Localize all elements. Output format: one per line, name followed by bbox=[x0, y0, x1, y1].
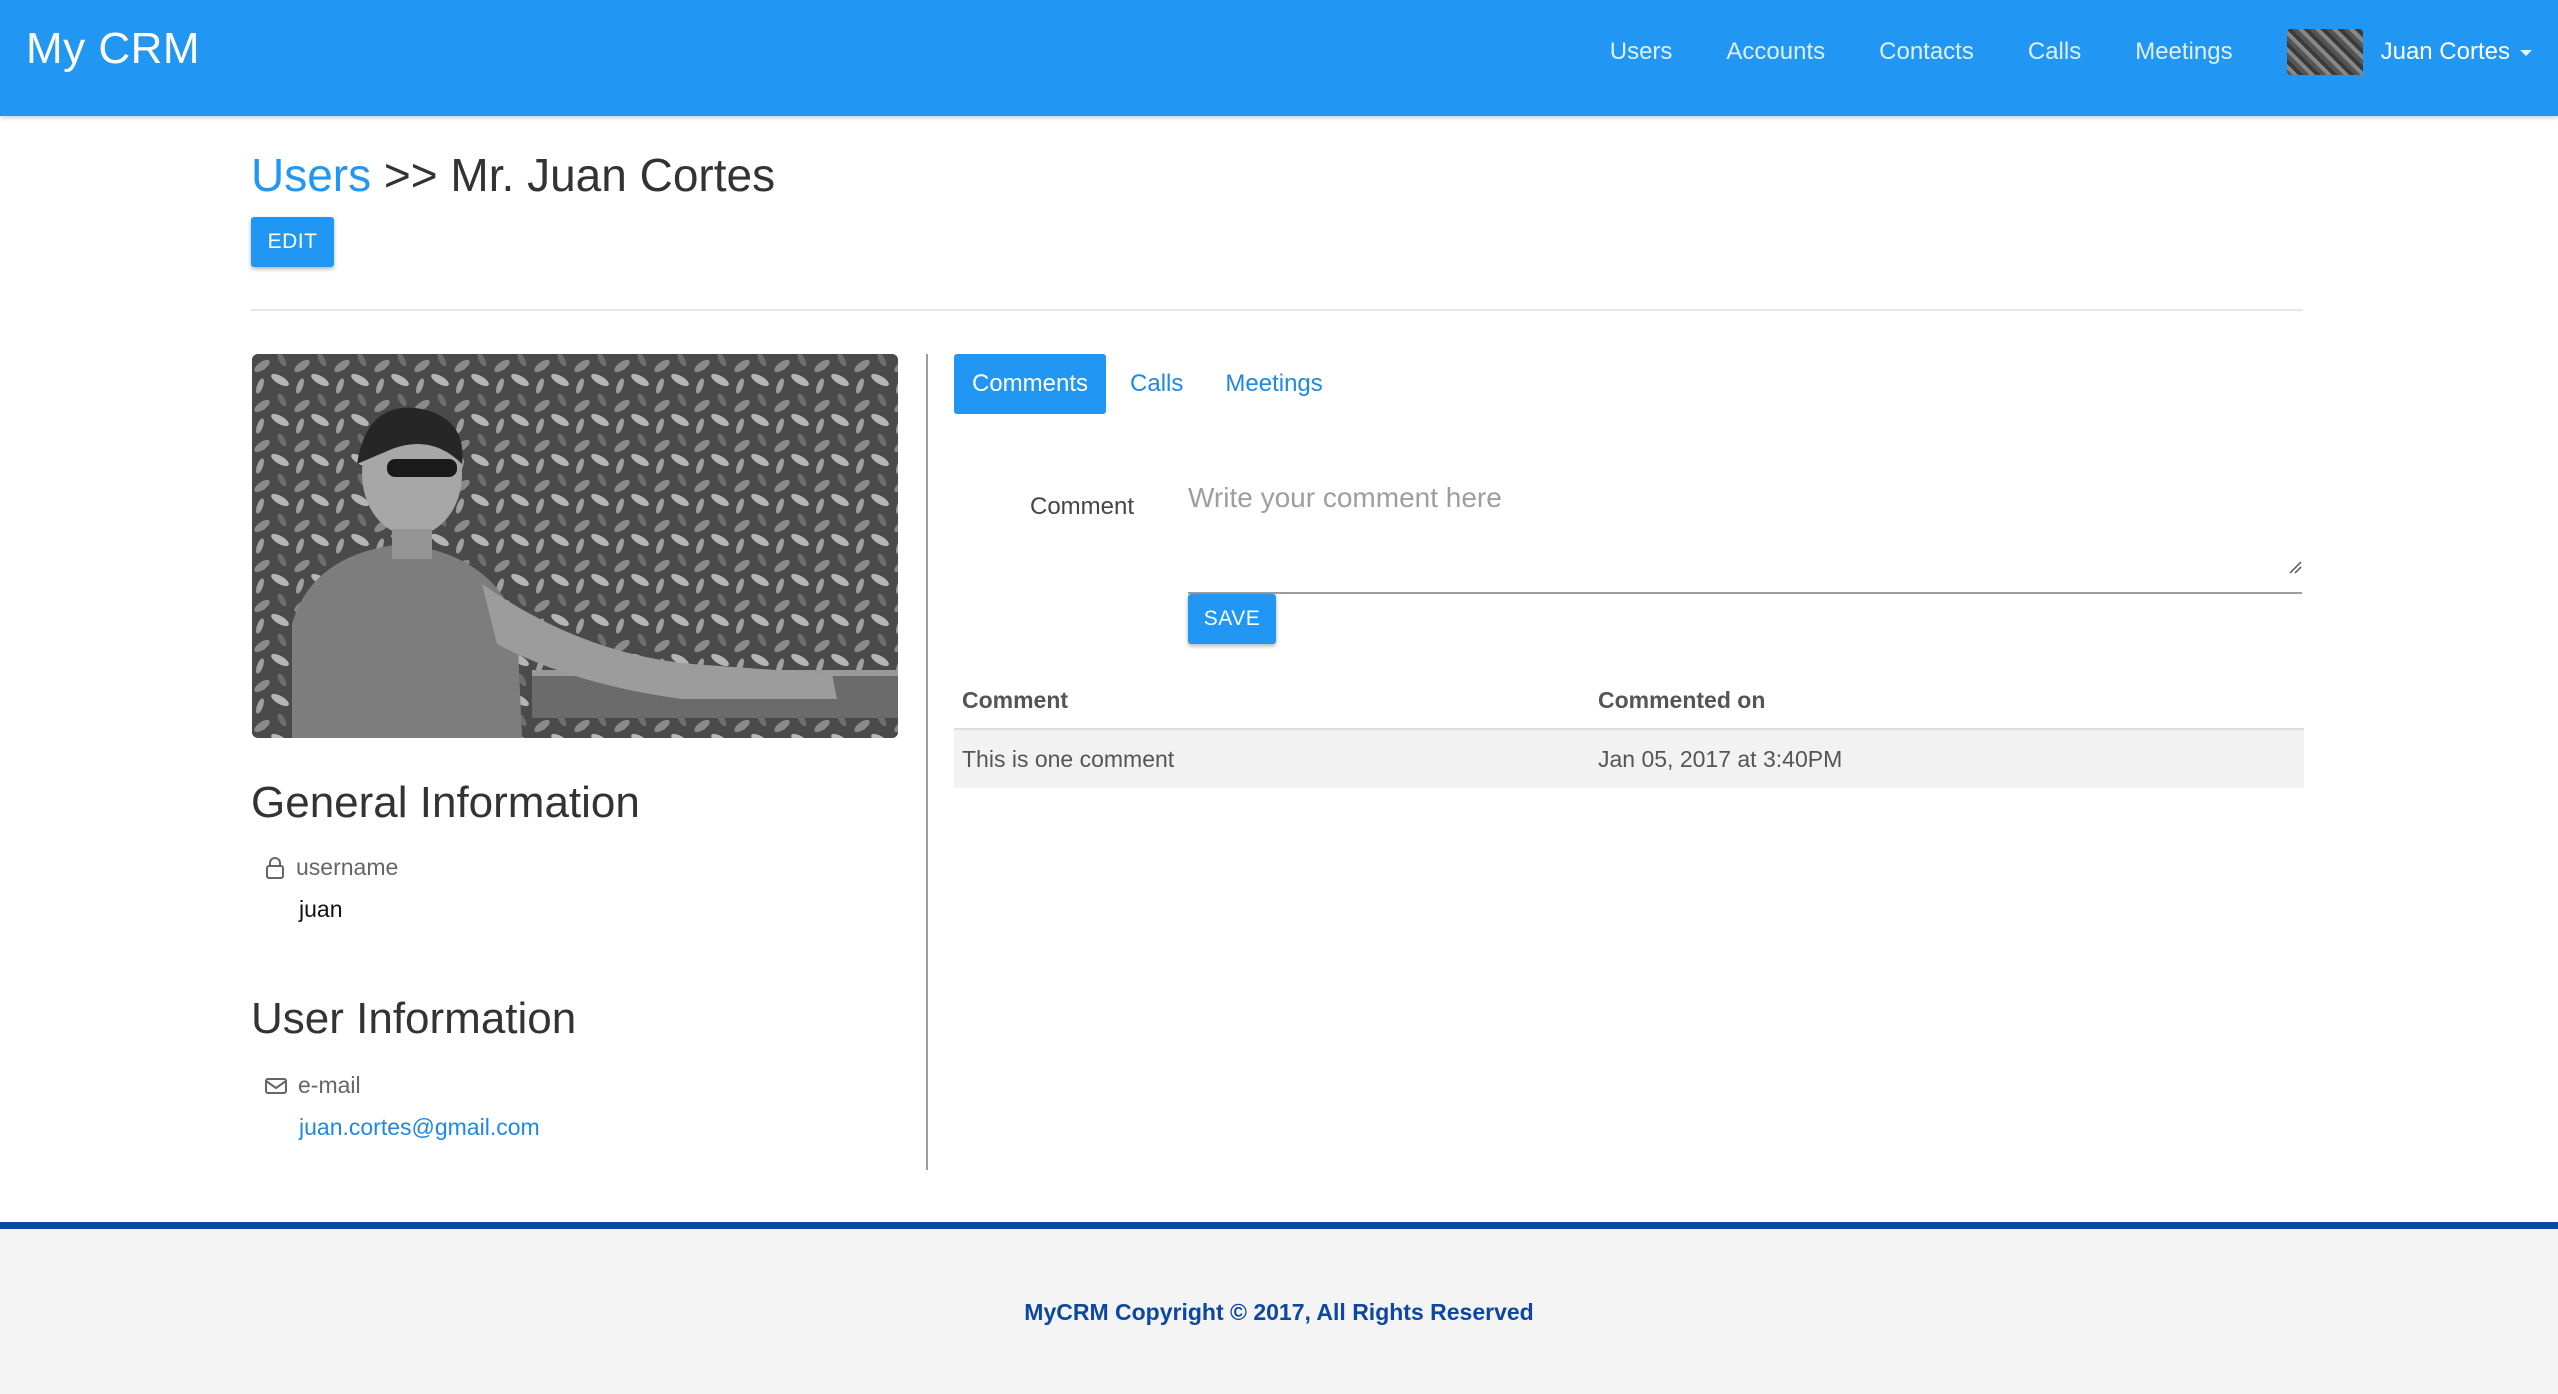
nav-link-contacts[interactable]: Contacts bbox=[1879, 38, 1974, 66]
page-title-text: Mr. Juan Cortes bbox=[450, 149, 776, 201]
user-menu-name: Juan Cortes bbox=[2380, 38, 2510, 65]
save-button[interactable]: SAVE bbox=[1188, 594, 1276, 644]
envelope-icon bbox=[265, 1077, 287, 1094]
nav-link-calls[interactable]: Calls bbox=[2028, 38, 2081, 66]
tab-calls[interactable]: Calls bbox=[1112, 354, 1201, 414]
comment-textarea[interactable] bbox=[1188, 470, 2302, 594]
user-information-title: User Information bbox=[251, 994, 577, 1043]
nav-link-users[interactable]: Users bbox=[1610, 38, 1673, 66]
nav-link-accounts[interactable]: Accounts bbox=[1726, 38, 1825, 66]
header-divider bbox=[251, 309, 2303, 311]
email-link[interactable]: juan.cortes@gmail.com bbox=[299, 1114, 540, 1141]
column-header-commented-on: Commented on bbox=[1590, 672, 2304, 730]
email-label-text: e-mail bbox=[298, 1072, 361, 1098]
table-row: This is one comment Jan 05, 2017 at 3:40… bbox=[954, 729, 2304, 788]
profile-photo bbox=[252, 354, 898, 738]
top-navbar: My CRM Users Accounts Contacts Calls Mee… bbox=[0, 0, 2558, 116]
lock-icon bbox=[266, 856, 284, 879]
footer-copyright: MyCRM Copyright © 2017, All Rights Reser… bbox=[1024, 1299, 1534, 1325]
breadcrumb-users-link[interactable]: Users bbox=[251, 149, 371, 201]
email-label: e-mail bbox=[264, 1072, 361, 1099]
comment-cell: This is one comment bbox=[954, 729, 1590, 788]
tab-meetings[interactable]: Meetings bbox=[1207, 354, 1340, 414]
user-menu[interactable]: Juan Cortes bbox=[2286, 29, 2532, 75]
column-divider bbox=[926, 354, 928, 1170]
column-header-comment: Comment bbox=[954, 672, 1590, 730]
general-information-title: General Information bbox=[251, 778, 640, 827]
resize-handle-icon[interactable] bbox=[2288, 560, 2302, 574]
nav-links: Users Accounts Contacts Calls Meetings J… bbox=[1610, 0, 2558, 104]
edit-button[interactable]: EDIT bbox=[251, 217, 334, 267]
tab-comments[interactable]: Comments bbox=[954, 354, 1107, 414]
comment-field-label: Comment bbox=[1030, 493, 1135, 520]
nav-link-meetings[interactable]: Meetings bbox=[2135, 38, 2232, 66]
breadcrumb-separator: >> bbox=[383, 149, 438, 201]
caret-down-icon bbox=[2520, 50, 2532, 56]
table-header-row: Comment Commented on bbox=[954, 672, 2304, 730]
username-label: username bbox=[264, 854, 398, 881]
username-value: juan bbox=[299, 896, 343, 922]
comments-table: Comment Commented on This is one comment… bbox=[954, 672, 2304, 788]
brand-logo[interactable]: My CRM bbox=[26, 24, 200, 74]
avatar bbox=[2286, 29, 2363, 75]
detail-tabs: Comments Calls Meetings bbox=[954, 354, 1347, 414]
page-title: Users >> Mr. Juan Cortes bbox=[251, 148, 775, 202]
username-label-text: username bbox=[296, 854, 399, 880]
page-footer: MyCRM Copyright © 2017, All Rights Reser… bbox=[0, 1222, 2558, 1394]
commented-on-cell: Jan 05, 2017 at 3:40PM bbox=[1590, 729, 2304, 788]
